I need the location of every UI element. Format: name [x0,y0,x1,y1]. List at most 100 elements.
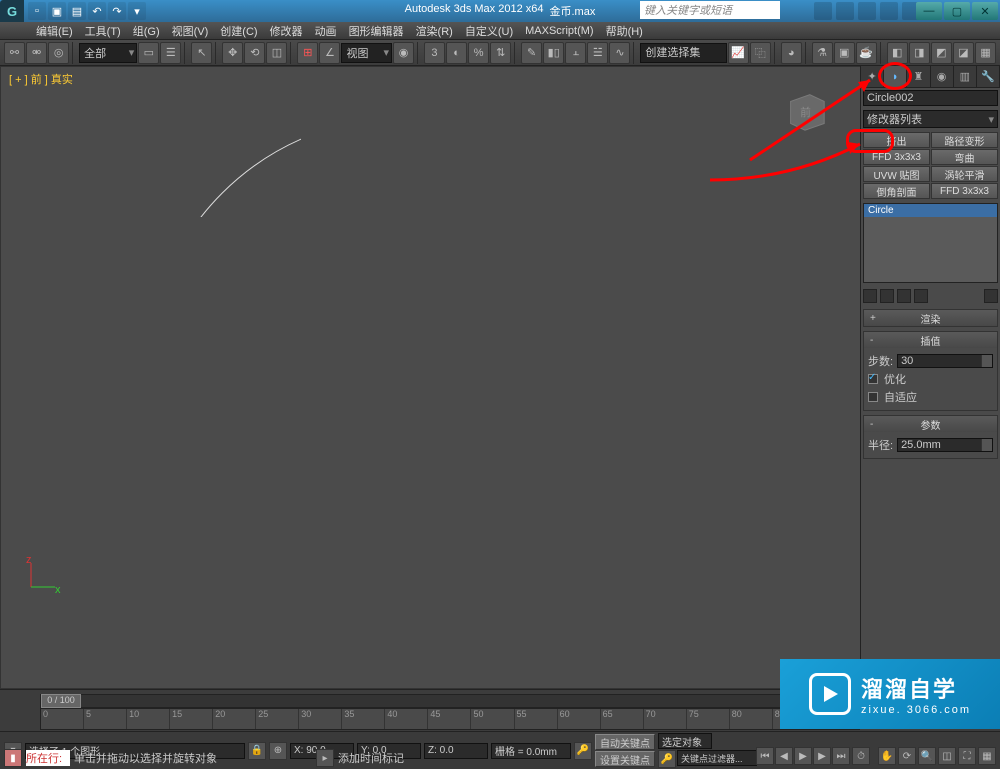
setkey-button[interactable]: 设置关键点 [595,751,655,767]
mod-bevelprofile-button[interactable]: 倒角剖面 [863,183,930,199]
close-button[interactable]: ✕ [972,2,998,20]
listener-icon[interactable]: ▮ [4,749,22,767]
subscription-icon[interactable] [836,2,854,20]
viewcube[interactable]: 前 [781,87,829,135]
percentsnap-icon[interactable]: % [468,42,489,64]
create-tab-icon[interactable]: ✦ [861,66,884,87]
move-icon[interactable]: ✥ [222,42,243,64]
config-sets-icon[interactable] [984,289,998,303]
next-frame-icon[interactable]: ▶ [813,747,831,765]
mod-ffd2-button[interactable]: FFD 3x3x3 [931,183,998,199]
modifier-stack[interactable]: Circle [863,203,998,283]
rollout-rendering-header[interactable]: 渲染 [864,310,997,326]
ntools-icon[interactable]: ✎ [521,42,542,64]
play-icon[interactable]: ▶ [794,747,812,765]
mod-extrude-button[interactable]: 挤出 [863,132,930,148]
qat-undo-icon[interactable]: ↶ [88,2,106,20]
select-icon[interactable]: ▭ [138,42,159,64]
qat-more-icon[interactable]: ▾ [128,2,146,20]
render-icon[interactable]: ☕ [856,42,877,64]
snap-icon[interactable]: ⊞ [297,42,318,64]
setkey-icon[interactable]: 🔑 [658,750,676,768]
mod-uvw-button[interactable]: UVW 贴图 [863,166,930,182]
mirror-icon[interactable]: ▮▯ [543,42,564,64]
optimize-checkbox[interactable] [868,374,878,384]
scale-icon[interactable]: ◫ [266,42,287,64]
goto-end-icon[interactable]: ⏭ [832,747,850,765]
layers-icon[interactable]: ☱ [587,42,608,64]
mod-pathdeform-button[interactable]: 路径变形 [931,132,998,148]
qat-new-icon[interactable]: ▫ [28,2,46,20]
select-object-icon[interactable]: ↖ [191,42,212,64]
menu-grapheditors[interactable]: 图形编辑器 [343,23,410,39]
arc-rotate-icon[interactable]: ⟳ [898,747,916,765]
show-end-icon[interactable] [880,289,894,303]
adaptive-checkbox[interactable] [868,392,878,402]
menu-customize[interactable]: 自定义(U) [459,23,519,39]
bind-icon[interactable]: ◎ [48,42,69,64]
anglesnap-icon[interactable]: ◐ [446,42,467,64]
motion-tab-icon[interactable]: ◉ [931,66,954,87]
schematic-icon[interactable]: ⿻ [750,42,771,64]
fov-icon[interactable]: ◫ [938,747,956,765]
display-tab-icon[interactable]: ▥ [954,66,977,87]
time-slider-thumb[interactable]: 0 / 100 [41,694,81,708]
link-icon[interactable]: ⚯ [4,42,25,64]
utilities-tab-icon[interactable]: 🔧 [977,66,1000,87]
menu-group[interactable]: 组(G) [127,23,166,39]
curve-icon[interactable]: 📈 [728,42,749,64]
menu-modifiers[interactable]: 修改器 [264,23,309,39]
t3-icon[interactable]: ◩ [931,42,952,64]
max-viewport-icon[interactable]: ▦ [978,747,996,765]
minimize-button[interactable]: — [916,2,942,20]
hierarchy-tab-icon[interactable]: ♜ [907,66,930,87]
rollout-interpolation-header[interactable]: 插值 [864,332,997,348]
rollout-parameters-header[interactable]: 参数 [864,416,997,432]
spinnersnap-icon[interactable]: ⇅ [490,42,511,64]
favorites-icon[interactable] [880,2,898,20]
t2-icon[interactable]: ◨ [909,42,930,64]
pan-icon[interactable]: ✋ [878,747,896,765]
viewport-front[interactable]: [ + ] 前 ] 真实 x zx 前 [0,66,1000,689]
rotate-icon[interactable]: ⟲ [244,42,265,64]
material-icon[interactable]: ◕ [781,42,802,64]
menu-help[interactable]: 帮助(H) [600,23,649,39]
unlink-icon[interactable]: ⚮ [26,42,47,64]
exchange-icon[interactable] [858,2,876,20]
menu-views[interactable]: 视图(V) [166,23,215,39]
snap3-icon[interactable]: 3 [424,42,445,64]
angle-snap-icon[interactable]: ∠ [319,42,340,64]
object-name-input[interactable]: Circle002 [863,90,998,106]
menu-rendering[interactable]: 渲染(R) [410,23,459,39]
help-search-input[interactable]: 键入关键字或短语 [640,1,780,19]
menu-maxscript[interactable]: MAXScript(M) [519,25,599,37]
curve-ed-icon[interactable]: ∿ [609,42,630,64]
maximize-button[interactable]: ▢ [944,2,970,20]
timetag-open-icon[interactable]: ▸ [316,749,334,767]
prev-frame-icon[interactable]: ◀ [775,747,793,765]
menu-animation[interactable]: 动画 [309,23,343,39]
menu-tools[interactable]: 工具(T) [79,23,127,39]
t4-icon[interactable]: ◪ [953,42,974,64]
menu-edit[interactable]: 编辑(E) [30,23,79,39]
search-icon[interactable] [814,2,832,20]
qat-open-icon[interactable]: ▣ [48,2,66,20]
remove-mod-icon[interactable] [914,289,928,303]
zoom-ext-icon[interactable]: ⛶ [958,747,976,765]
timetag-input[interactable]: 添加时间标记 [338,750,422,766]
time-slider[interactable]: 0 / 100 [40,694,860,708]
coord-z[interactable]: Z: 0.0 [424,743,488,759]
time-ruler[interactable]: 0 5 10 15 20 25 30 35 40 45 50 55 60 65 … [40,708,860,730]
keyfilter-button[interactable]: 关键点过滤器... [677,750,757,766]
selection-filter-combo[interactable]: 全部 [79,43,137,63]
pin-stack-icon[interactable] [863,289,877,303]
select-name-icon[interactable]: ☰ [160,42,181,64]
render-setup-icon[interactable]: ⚗ [812,42,833,64]
modify-tab-icon[interactable]: ◗ [884,66,907,87]
named-selection-input[interactable]: 创建选择集 [640,43,726,63]
stack-item-circle[interactable]: Circle [864,204,997,217]
mod-ffd1-button[interactable]: FFD 3x3x3 [863,149,930,165]
modifier-list-combo[interactable]: 修改器列表 [863,110,998,128]
zoom-icon[interactable]: 🔍 [918,747,936,765]
align-icon[interactable]: ⫠ [565,42,586,64]
